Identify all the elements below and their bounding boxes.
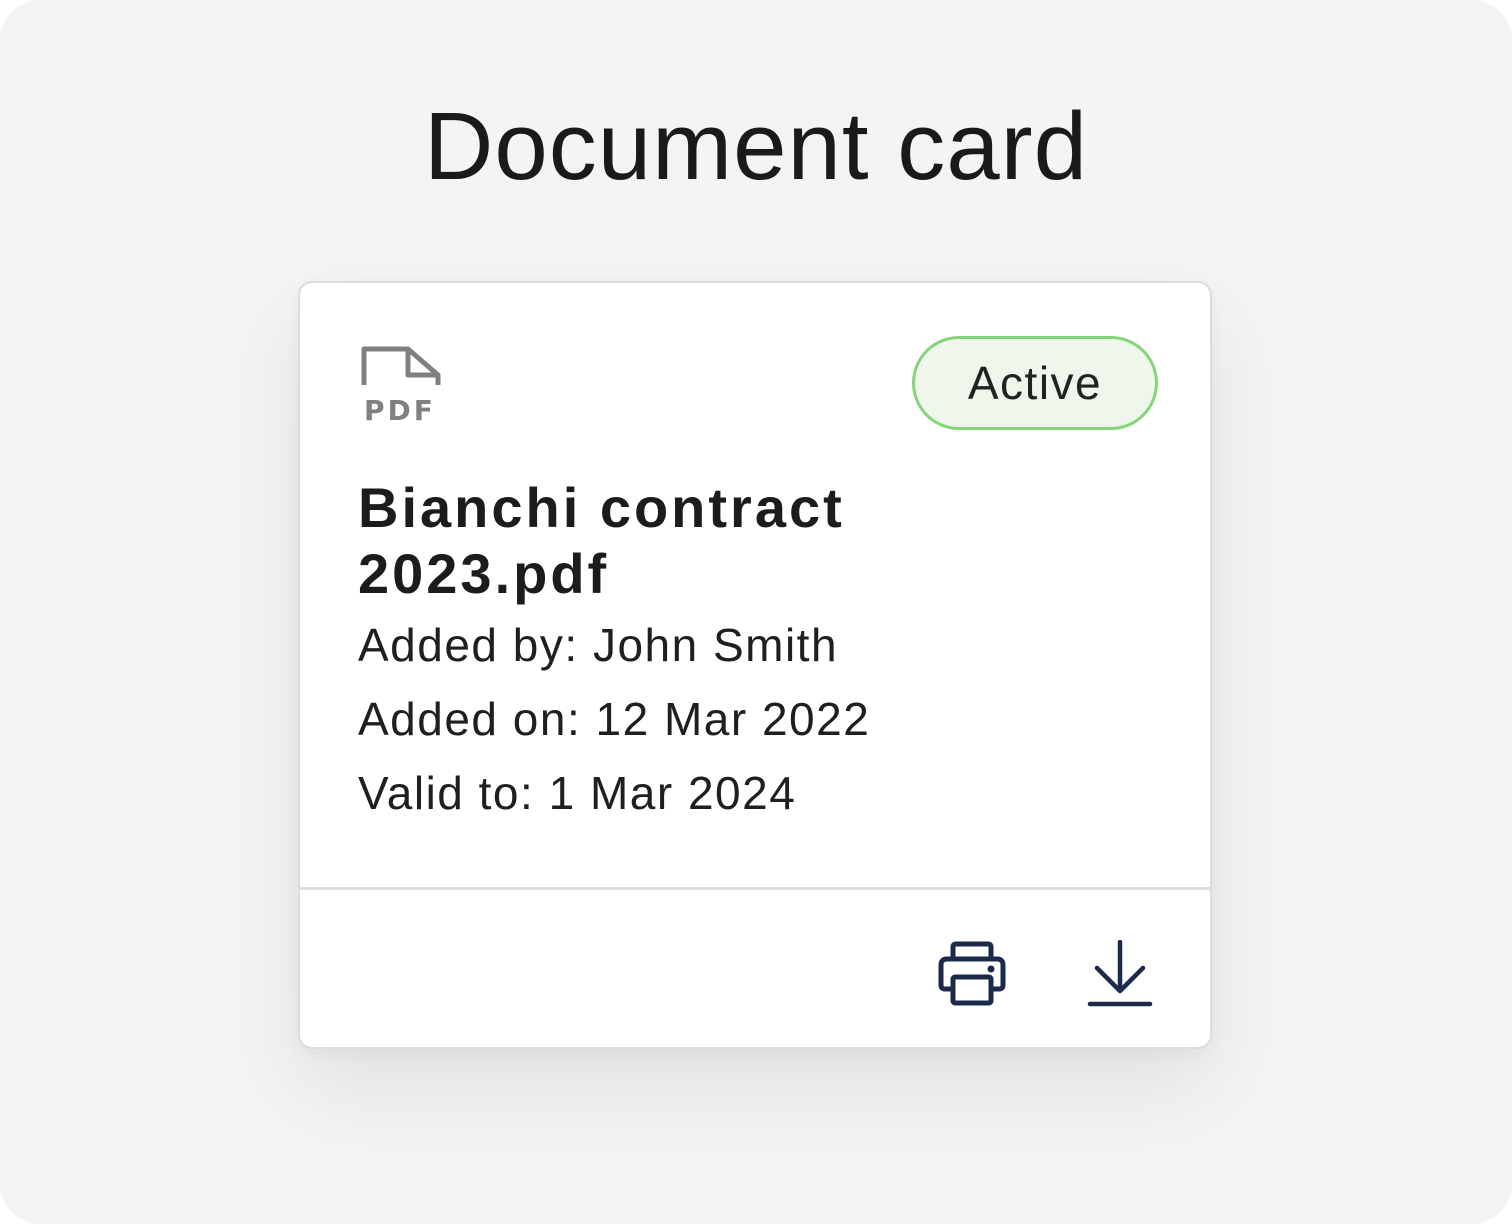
status-badge: Active xyxy=(912,336,1158,430)
valid-to-text: Valid to: 1 Mar 2024 xyxy=(358,767,797,819)
card-body: PDF Active Bianchi contract 2023.pdf Add… xyxy=(300,283,1210,888)
added-on-text: Added on: 12 Mar 2022 xyxy=(358,693,871,745)
pdf-file-icon: PDF xyxy=(360,345,442,427)
page-title: Document card xyxy=(424,93,1088,200)
print-button[interactable] xyxy=(936,938,1008,1010)
canvas: Document card PDF Active Bianchi contrac… xyxy=(0,0,1512,1224)
card-footer xyxy=(300,890,1210,1049)
document-card[interactable]: PDF Active Bianchi contract 2023.pdf Add… xyxy=(298,281,1212,1049)
file-type-label: PDF xyxy=(364,394,436,425)
download-icon xyxy=(1087,940,1153,1007)
added-by-text: Added by: John Smith xyxy=(358,619,839,671)
download-button[interactable] xyxy=(1084,938,1156,1010)
document-name: Bianchi contract 2023.pdf xyxy=(358,476,845,605)
printer-icon xyxy=(938,941,1006,1006)
